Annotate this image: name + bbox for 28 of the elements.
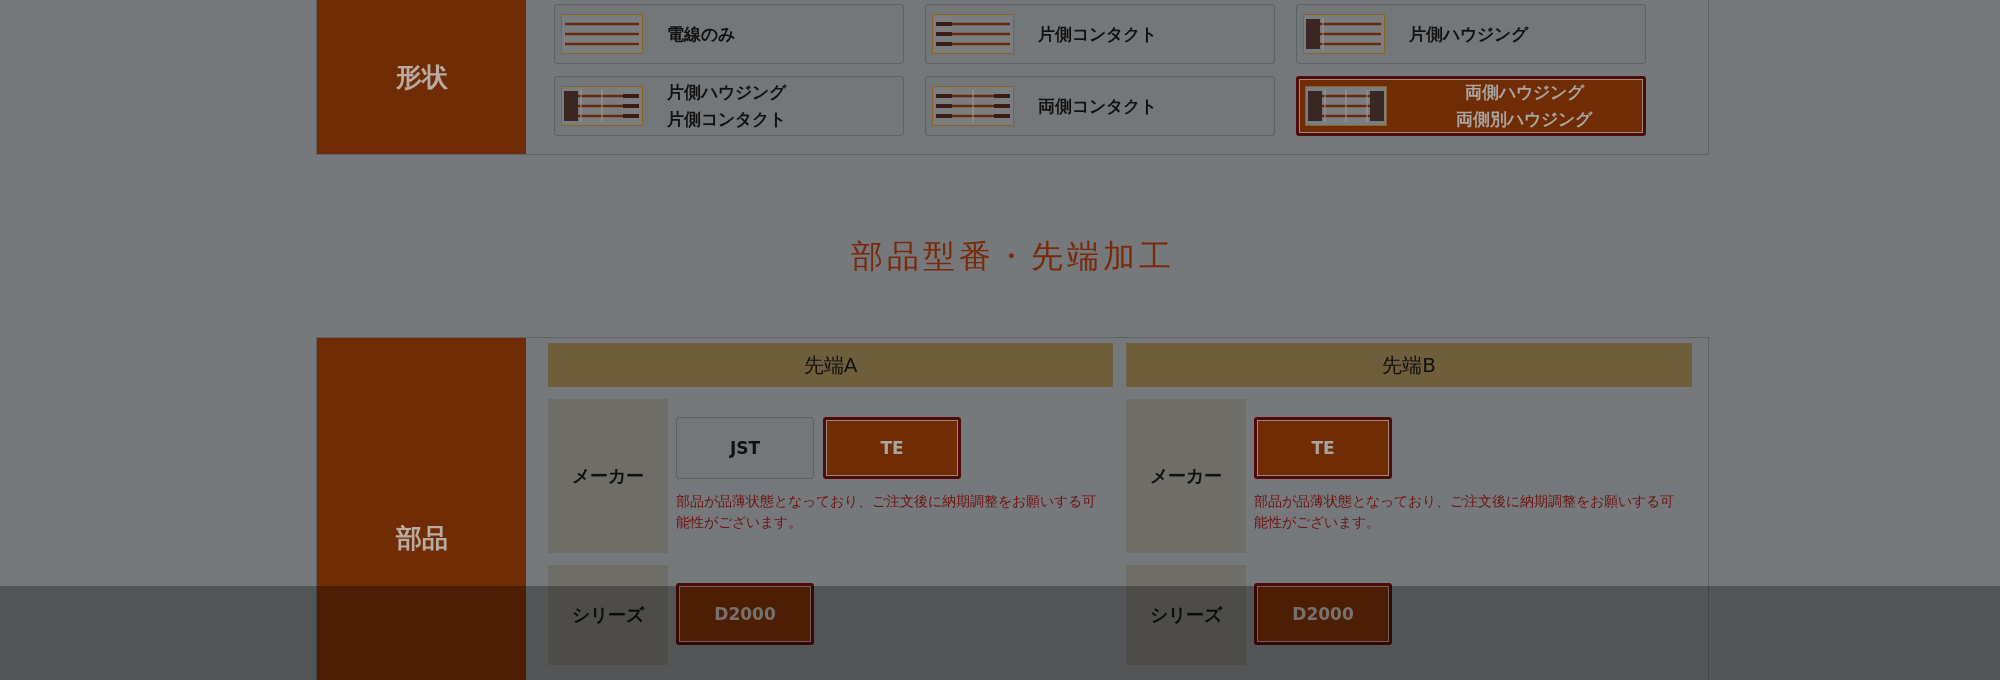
option-button[interactable]: D2000 [676,583,814,645]
option-button[interactable]: JST [676,417,814,479]
row-label: メーカー [548,399,668,553]
option-button[interactable]: TE [1254,417,1392,479]
row-label: シリーズ [1126,565,1246,665]
cable-icon [561,14,643,54]
row-label: メーカー [1126,399,1246,553]
cable-icon [561,86,643,126]
section-heading: 部品型番・先端加工 [849,236,1176,277]
option-button[interactable]: TE [823,417,961,479]
cable-icon [932,14,1014,54]
shape-option[interactable]: 片側ハウジング [1296,4,1646,64]
option-button[interactable]: D2000 [1254,583,1392,645]
row-label: シリーズ [548,565,668,665]
shape-option[interactable]: 片側ハウジング 片側コンタクト [554,76,904,136]
section-label: 形状 [317,0,526,154]
stock-warning: 部品が品薄状態となっており、ご注文後に納期調整をお願いする可能性がございます。 [1254,492,1675,532]
section-label: 部品 [317,338,526,680]
stock-warning: 部品が品薄状態となっており、ご注文後に納期調整をお願いする可能性がございます。 [676,492,1097,532]
column-header: 先端B [1126,343,1692,387]
shape-option[interactable]: 電線のみ [554,4,904,64]
cable-icon [932,86,1014,126]
cable-icon [1303,14,1385,54]
column-header: 先端A [548,343,1113,387]
cable-icon [1305,86,1387,126]
shape-option[interactable]: 両側ハウジング 両側別ハウジング [1296,76,1646,136]
shape-option[interactable]: 両側コンタクト [925,76,1275,136]
shape-option[interactable]: 片側コンタクト [925,4,1275,64]
